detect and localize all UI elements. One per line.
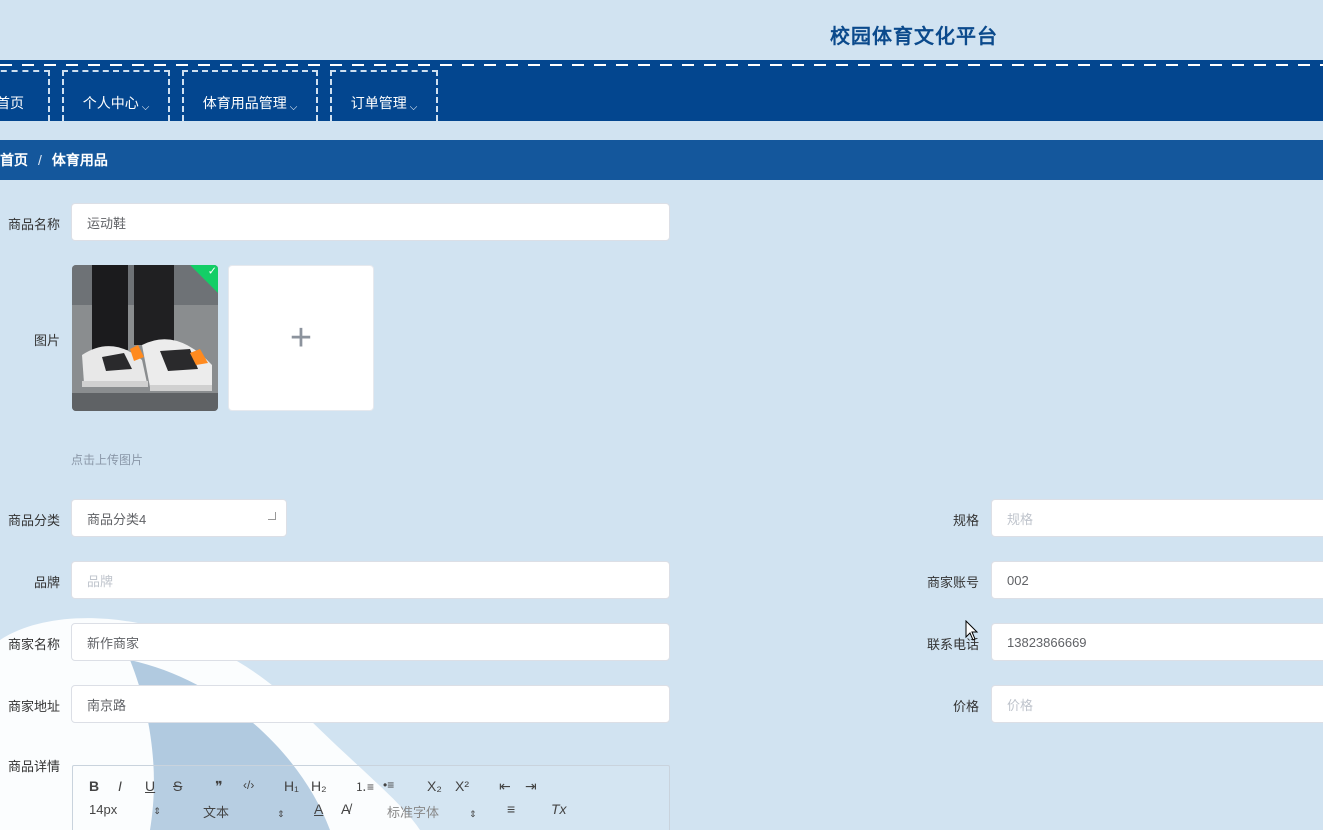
chevron-down-icon: ⌵ — [141, 102, 150, 113]
header-select-value: 文本 — [203, 805, 230, 820]
nav-item-label: 首页 — [0, 95, 24, 111]
nav-item-label: 订单管理 — [350, 95, 407, 111]
price-input[interactable]: 价格 — [991, 685, 1323, 723]
header1-button[interactable]: H₁ — [284, 778, 299, 794]
nav-item-personal-center[interactable]: 个人中心 ⌵ — [62, 70, 170, 121]
upload-hint: 点击上传图片 — [71, 453, 144, 467]
merchant-name-label: 商家名称 — [7, 637, 60, 652]
italic-button[interactable]: I — [118, 778, 122, 794]
merchant-account-input[interactable]: 002 — [991, 561, 1323, 599]
superscript-button[interactable]: X² — [455, 778, 469, 794]
bullet-list-button[interactable]: •≡ — [383, 778, 394, 792]
phone-input[interactable]: 13823866669 — [991, 623, 1323, 661]
nav-item-sports-goods[interactable]: 体育用品管理 ⌵ — [182, 70, 318, 121]
breadcrumb-separator: / — [38, 152, 42, 168]
brand-label: 品牌 — [33, 575, 60, 590]
category-select[interactable]: 商品分类4 — [71, 499, 287, 537]
underline-button[interactable]: U — [145, 778, 155, 794]
nav-item-home[interactable]: 首页 — [0, 70, 50, 121]
breadcrumb-current: 体育用品 — [51, 152, 108, 168]
indent-button[interactable]: ⇥ — [525, 778, 537, 795]
product-name-input[interactable]: 运动鞋 — [71, 203, 670, 241]
font-family-value: 标准字体 — [387, 805, 440, 820]
plus-icon: + — [289, 316, 313, 359]
font-size-value: 14px — [89, 802, 118, 817]
clean-format-button[interactable]: Tx — [551, 801, 567, 817]
spec-input[interactable]: 规格 — [991, 499, 1323, 537]
mouse-cursor-icon — [965, 620, 979, 641]
subscript-button[interactable]: X₂ — [427, 778, 442, 794]
breadcrumb: 首页 / 体育用品 — [0, 140, 1323, 180]
strike-button[interactable]: S — [173, 778, 182, 794]
category-select-value: 商品分类4 — [87, 511, 147, 527]
shoe-photo — [72, 265, 218, 411]
price-label: 价格 — [952, 699, 979, 714]
chevron-down-icon: ⌵ — [409, 102, 418, 113]
ordered-list-button[interactable]: ⒈≡ — [355, 778, 374, 795]
code-button[interactable]: ‹/› — [243, 778, 254, 792]
align-button[interactable]: ≡ — [507, 801, 515, 817]
nav-item-label: 个人中心 — [82, 95, 139, 111]
check-icon: ✓ — [207, 265, 217, 278]
category-label: 商品分类 — [7, 513, 60, 528]
nav-item-label: 体育用品管理 — [202, 95, 287, 111]
address-label: 商家地址 — [7, 699, 60, 714]
spec-label: 规格 — [952, 513, 979, 528]
product-name-label: 商品名称 — [7, 217, 60, 232]
merchant-name-input[interactable]: 新作商家 — [71, 623, 670, 661]
chevron-down-icon: ⌵ — [289, 102, 298, 113]
bold-button[interactable]: B — [89, 778, 99, 794]
header2-button[interactable]: H₂ — [311, 778, 327, 794]
details-label: 商品详情 — [7, 759, 60, 774]
main-navbar: 首页 个人中心 ⌵ 体育用品管理 ⌵ 订单管理 ⌵ — [0, 70, 1323, 121]
merchant-account-label: 商家账号 — [926, 575, 979, 590]
background-color-button[interactable]: A̸ — [341, 801, 350, 817]
brand-input[interactable]: 品牌 — [71, 561, 670, 599]
uploaded-shoe-image[interactable]: ✓ — [72, 265, 218, 411]
rich-text-editor[interactable]: B I U S ❞ ‹/› H₁ H₂ ⒈≡ •≡ X₂ X² ⇤ ⇥ 14px… — [72, 765, 670, 830]
font-family-select[interactable]: 标准字体 ⇕ — [387, 802, 477, 821]
header-select[interactable]: 文本 ⇕ — [203, 802, 285, 821]
breadcrumb-home[interactable]: 首页 — [0, 150, 28, 170]
updown-icon: ⇕ — [277, 809, 285, 819]
select-arrow-icon — [268, 512, 276, 520]
address-input[interactable]: 南京路 — [71, 685, 670, 723]
image-label: 图片 — [33, 333, 60, 348]
updown-icon: ⇕ — [153, 806, 161, 816]
site-title: 校园体育文化平台 — [830, 26, 998, 48]
nav-item-orders[interactable]: 订单管理 ⌵ — [330, 70, 438, 121]
font-color-button[interactable]: A — [314, 801, 323, 817]
font-size-select[interactable]: 14px ⇕ — [89, 802, 161, 817]
updown-icon: ⇕ — [469, 809, 477, 819]
nav-dashed-border — [0, 60, 1323, 70]
upload-image-button[interactable]: + — [228, 265, 374, 411]
outdent-button[interactable]: ⇤ — [499, 778, 511, 795]
quote-button[interactable]: ❞ — [215, 778, 223, 795]
